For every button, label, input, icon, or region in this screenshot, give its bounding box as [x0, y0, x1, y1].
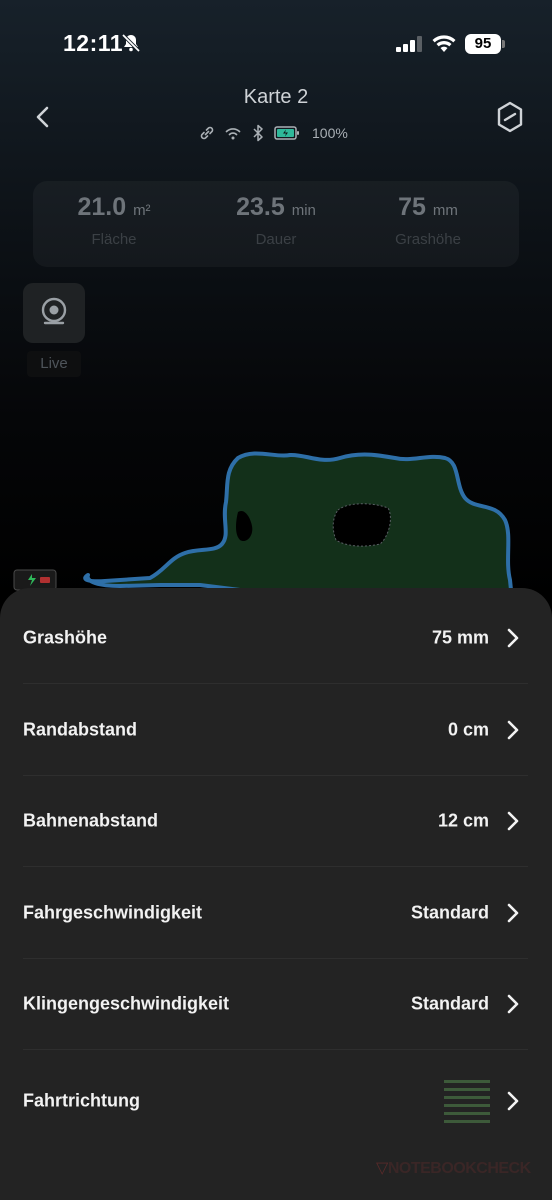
setting-value: Standard	[410, 993, 489, 1013]
chevron-right-icon	[507, 628, 519, 647]
wifi-icon	[225, 128, 241, 140]
setting-label: Fahrgeschwindigkeit	[23, 902, 203, 922]
link-icon	[200, 126, 214, 140]
no-go-zone	[332, 503, 391, 547]
lawn-area	[83, 451, 514, 600]
setting-row-blade-speed[interactable]: Klingengeschwindigkeit Standard	[0, 958, 552, 1049]
setting-value: Standard	[410, 902, 489, 922]
setting-row-edge-distance[interactable]: Randabstand 0 cm	[0, 684, 552, 775]
chevron-right-icon	[507, 903, 519, 922]
chevron-right-icon	[507, 811, 519, 830]
battery-nub	[502, 40, 505, 48]
page-title: Karte 2	[243, 86, 309, 108]
robot-battery-percent: 100%	[312, 125, 348, 141]
setting-row-driving-speed[interactable]: Fahrgeschwindigkeit Standard	[0, 867, 552, 958]
setting-row-grass-height[interactable]: Grashöhe 75 mm	[0, 592, 552, 683]
hexagon-icon	[497, 101, 523, 133]
setting-label: Fahrtrichtung	[23, 1090, 140, 1110]
chevron-right-icon	[507, 720, 519, 739]
live-camera-button[interactable]	[23, 283, 85, 343]
setting-label: Randabstand	[23, 719, 138, 739]
setting-value: 75 mm	[431, 627, 489, 647]
status-bar: 12:11 95	[0, 0, 552, 90]
battery-indicator: 95	[465, 34, 501, 54]
setting-value: 0 cm	[447, 719, 489, 739]
setting-label: Grashöhe	[23, 627, 108, 647]
battery-charging-icon	[274, 126, 299, 140]
lawn-map[interactable]	[0, 440, 552, 600]
chevron-right-icon	[507, 994, 519, 1013]
setting-row-driving-direction[interactable]: Fahrtrichtung	[0, 1055, 552, 1146]
settings-sheet: Grashöhe 75 mm Randabstand 0 cm Bahnenab…	[0, 588, 552, 1200]
status-time: 12:11	[63, 30, 124, 56]
setting-value: 12 cm	[437, 810, 489, 830]
setting-row-lane-spacing[interactable]: Bahnenabstand 12 cm	[0, 775, 552, 866]
chevron-right-icon	[507, 1091, 519, 1110]
watermark: ▽NOTEBOOKCHECK	[376, 1160, 531, 1177]
cellular-signal-icon	[396, 36, 422, 52]
bell-muted-icon	[121, 33, 141, 53]
live-label: Live	[27, 351, 81, 377]
divider	[23, 1049, 528, 1050]
watermark-logo-icon: ▽	[376, 1160, 388, 1177]
wifi-icon	[432, 35, 456, 52]
setting-label: Bahnenabstand	[23, 810, 159, 830]
connection-status-row: 100%	[198, 123, 348, 143]
chevron-left-icon	[36, 106, 49, 128]
settings-button[interactable]	[494, 100, 526, 134]
setting-label: Klingengeschwindigkeit	[23, 993, 230, 1013]
map-stats-card: 21.0 m² Fläche 23.5 min Dauer 75 mm Gras…	[33, 181, 519, 267]
charging-station	[13, 569, 57, 591]
camera-icon	[41, 297, 67, 325]
mowing-pattern-icon	[444, 1079, 490, 1123]
bluetooth-icon	[253, 124, 263, 142]
